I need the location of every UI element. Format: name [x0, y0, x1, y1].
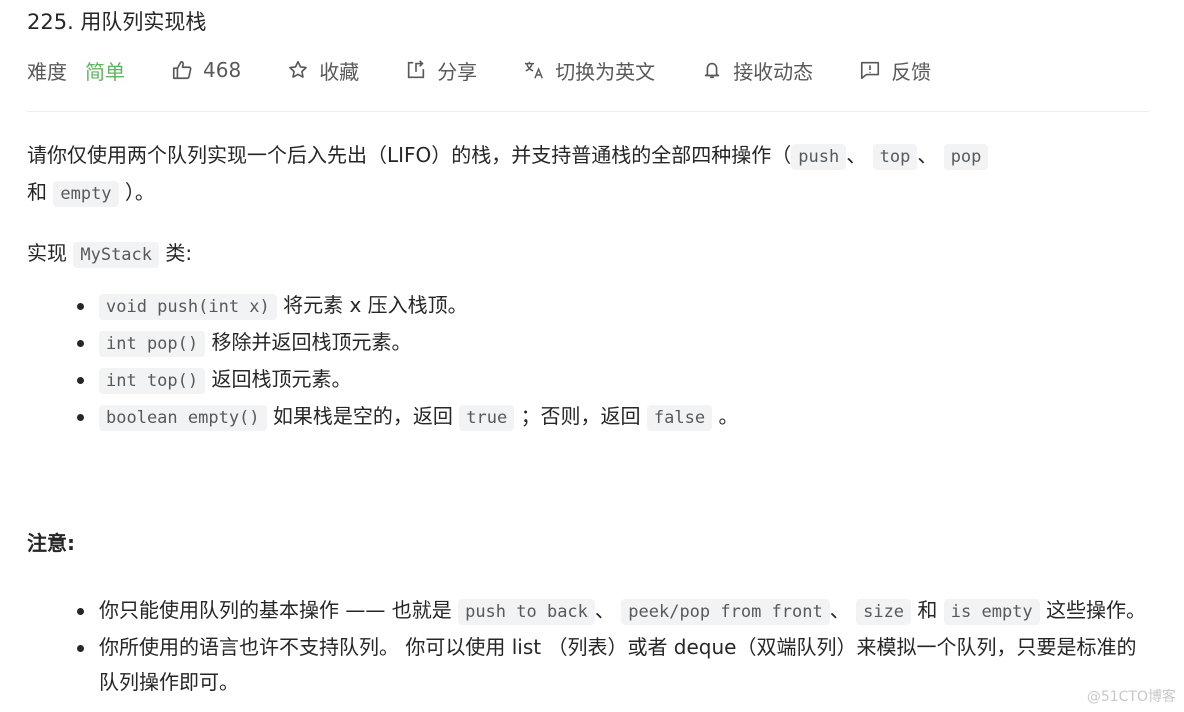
method-description: ；否则，返回 [520, 404, 641, 428]
method-description: 返回栈顶元素。 [211, 367, 352, 391]
method-signature: boolean empty() [99, 405, 267, 431]
feedback-button[interactable]: 反馈 [859, 56, 931, 85]
intro-text: 和 [27, 180, 47, 204]
code-is-empty: is empty [943, 599, 1040, 625]
code-push-to-back: push to back [458, 599, 595, 625]
switch-language-button[interactable]: 切换为英文 [523, 56, 655, 85]
list-item: boolean empty() 如果栈是空的，返回 true ；否则，返回 fa… [77, 399, 1152, 436]
switch-language-label: 切换为英文 [555, 59, 656, 84]
method-signature: void push(int x) [99, 294, 277, 320]
code-top: top [872, 144, 918, 170]
like-count: 468 [203, 58, 242, 82]
code-false: false [646, 405, 713, 431]
favorite-label: 收藏 [319, 59, 360, 84]
list-item: void push(int x) 将元素 x 压入栈顶。 [77, 288, 1152, 325]
code-peek-pop: peek/pop from front [621, 599, 830, 625]
intro-text: 请你仅使用两个队列实现一个后入先出（LIFO）的栈，并支持普通栈的全部四种操作（ [27, 143, 792, 167]
separator: 、 [829, 598, 850, 622]
translate-icon [525, 61, 544, 79]
share-button[interactable]: 分享 [405, 56, 477, 85]
subscribe-label: 接收动态 [733, 59, 814, 84]
note-text: 和 [917, 598, 938, 622]
notes-list: 你只能使用队列的基本操作 —— 也就是 push to back、 peek/p… [27, 593, 1152, 700]
bell-icon [704, 62, 720, 79]
code-size: size [856, 599, 912, 625]
subscribe-button[interactable]: 接收动态 [701, 56, 813, 85]
separator: 、 [846, 143, 867, 167]
star-icon [289, 60, 308, 78]
favorite-button[interactable]: 收藏 [287, 56, 359, 85]
watermark: @51CTO博客 [1086, 689, 1176, 705]
notes-title: 注意: [27, 531, 75, 555]
difficulty: 难度 简单 [27, 56, 125, 85]
intro-paragraph: 请你仅使用两个队列实现一个后入先出（LIFO）的栈，并支持普通栈的全部四种操作（… [27, 138, 1152, 212]
implement-prefix: 实现 [27, 241, 67, 265]
method-description: 。 [718, 404, 739, 428]
implement-line: 实现 MyStack 类: [27, 236, 1152, 273]
method-signature: int pop() [99, 331, 206, 357]
implement-suffix: 类: [165, 241, 193, 265]
problem-meta-bar: 难度 简单 468 收藏 分享 切换为英文 接收动态 反馈 [27, 55, 977, 85]
code-pop: pop [943, 144, 989, 170]
intro-text: ）。 [124, 180, 155, 204]
code-push: push [791, 144, 847, 170]
list-item: 你所使用的语言也许不支持队列。 你可以使用 list （列表）或者 deque（… [77, 630, 1152, 700]
method-list: void push(int x) 将元素 x 压入栈顶。 int pop() 移… [27, 288, 1152, 436]
share-icon [408, 60, 425, 79]
difficulty-value: 简单 [85, 59, 125, 84]
code-true: true [459, 405, 515, 431]
share-label: 分享 [437, 59, 478, 84]
problem-description: 请你仅使用两个队列实现一个后入先出（LIFO）的栈，并支持普通栈的全部四种操作（… [27, 138, 1152, 700]
method-signature: int top() [99, 368, 206, 394]
list-item: 你只能使用队列的基本操作 —— 也就是 push to back、 peek/p… [77, 593, 1152, 630]
thumbs-up-icon [172, 60, 192, 80]
method-description: 如果栈是空的，返回 [272, 404, 453, 428]
note-text: 你所使用的语言也许不支持队列。 你可以使用 list （列表）或者 deque（… [99, 635, 1137, 694]
feedback-icon [861, 61, 880, 80]
separator: 、 [917, 143, 938, 167]
like-button[interactable]: 468 [171, 58, 241, 82]
code-class-name: MyStack [73, 242, 160, 268]
note-text: 你只能使用队列的基本操作 —— 也就是 [99, 598, 452, 622]
difficulty-label: 难度 [27, 59, 67, 84]
list-item: int top() 返回栈顶元素。 [77, 362, 1152, 399]
divider [27, 111, 1149, 112]
list-item: int pop() 移除并返回栈顶元素。 [77, 325, 1152, 362]
separator: 、 [594, 598, 615, 622]
method-description: 将元素 x 压入栈顶。 [283, 293, 468, 317]
problem-title: 225. 用队列实现栈 [27, 10, 207, 34]
code-empty: empty [53, 181, 119, 207]
feedback-label: 反馈 [891, 59, 932, 84]
note-text: 这些操作。 [1046, 598, 1147, 622]
method-description: 移除并返回栈顶元素。 [211, 330, 412, 354]
